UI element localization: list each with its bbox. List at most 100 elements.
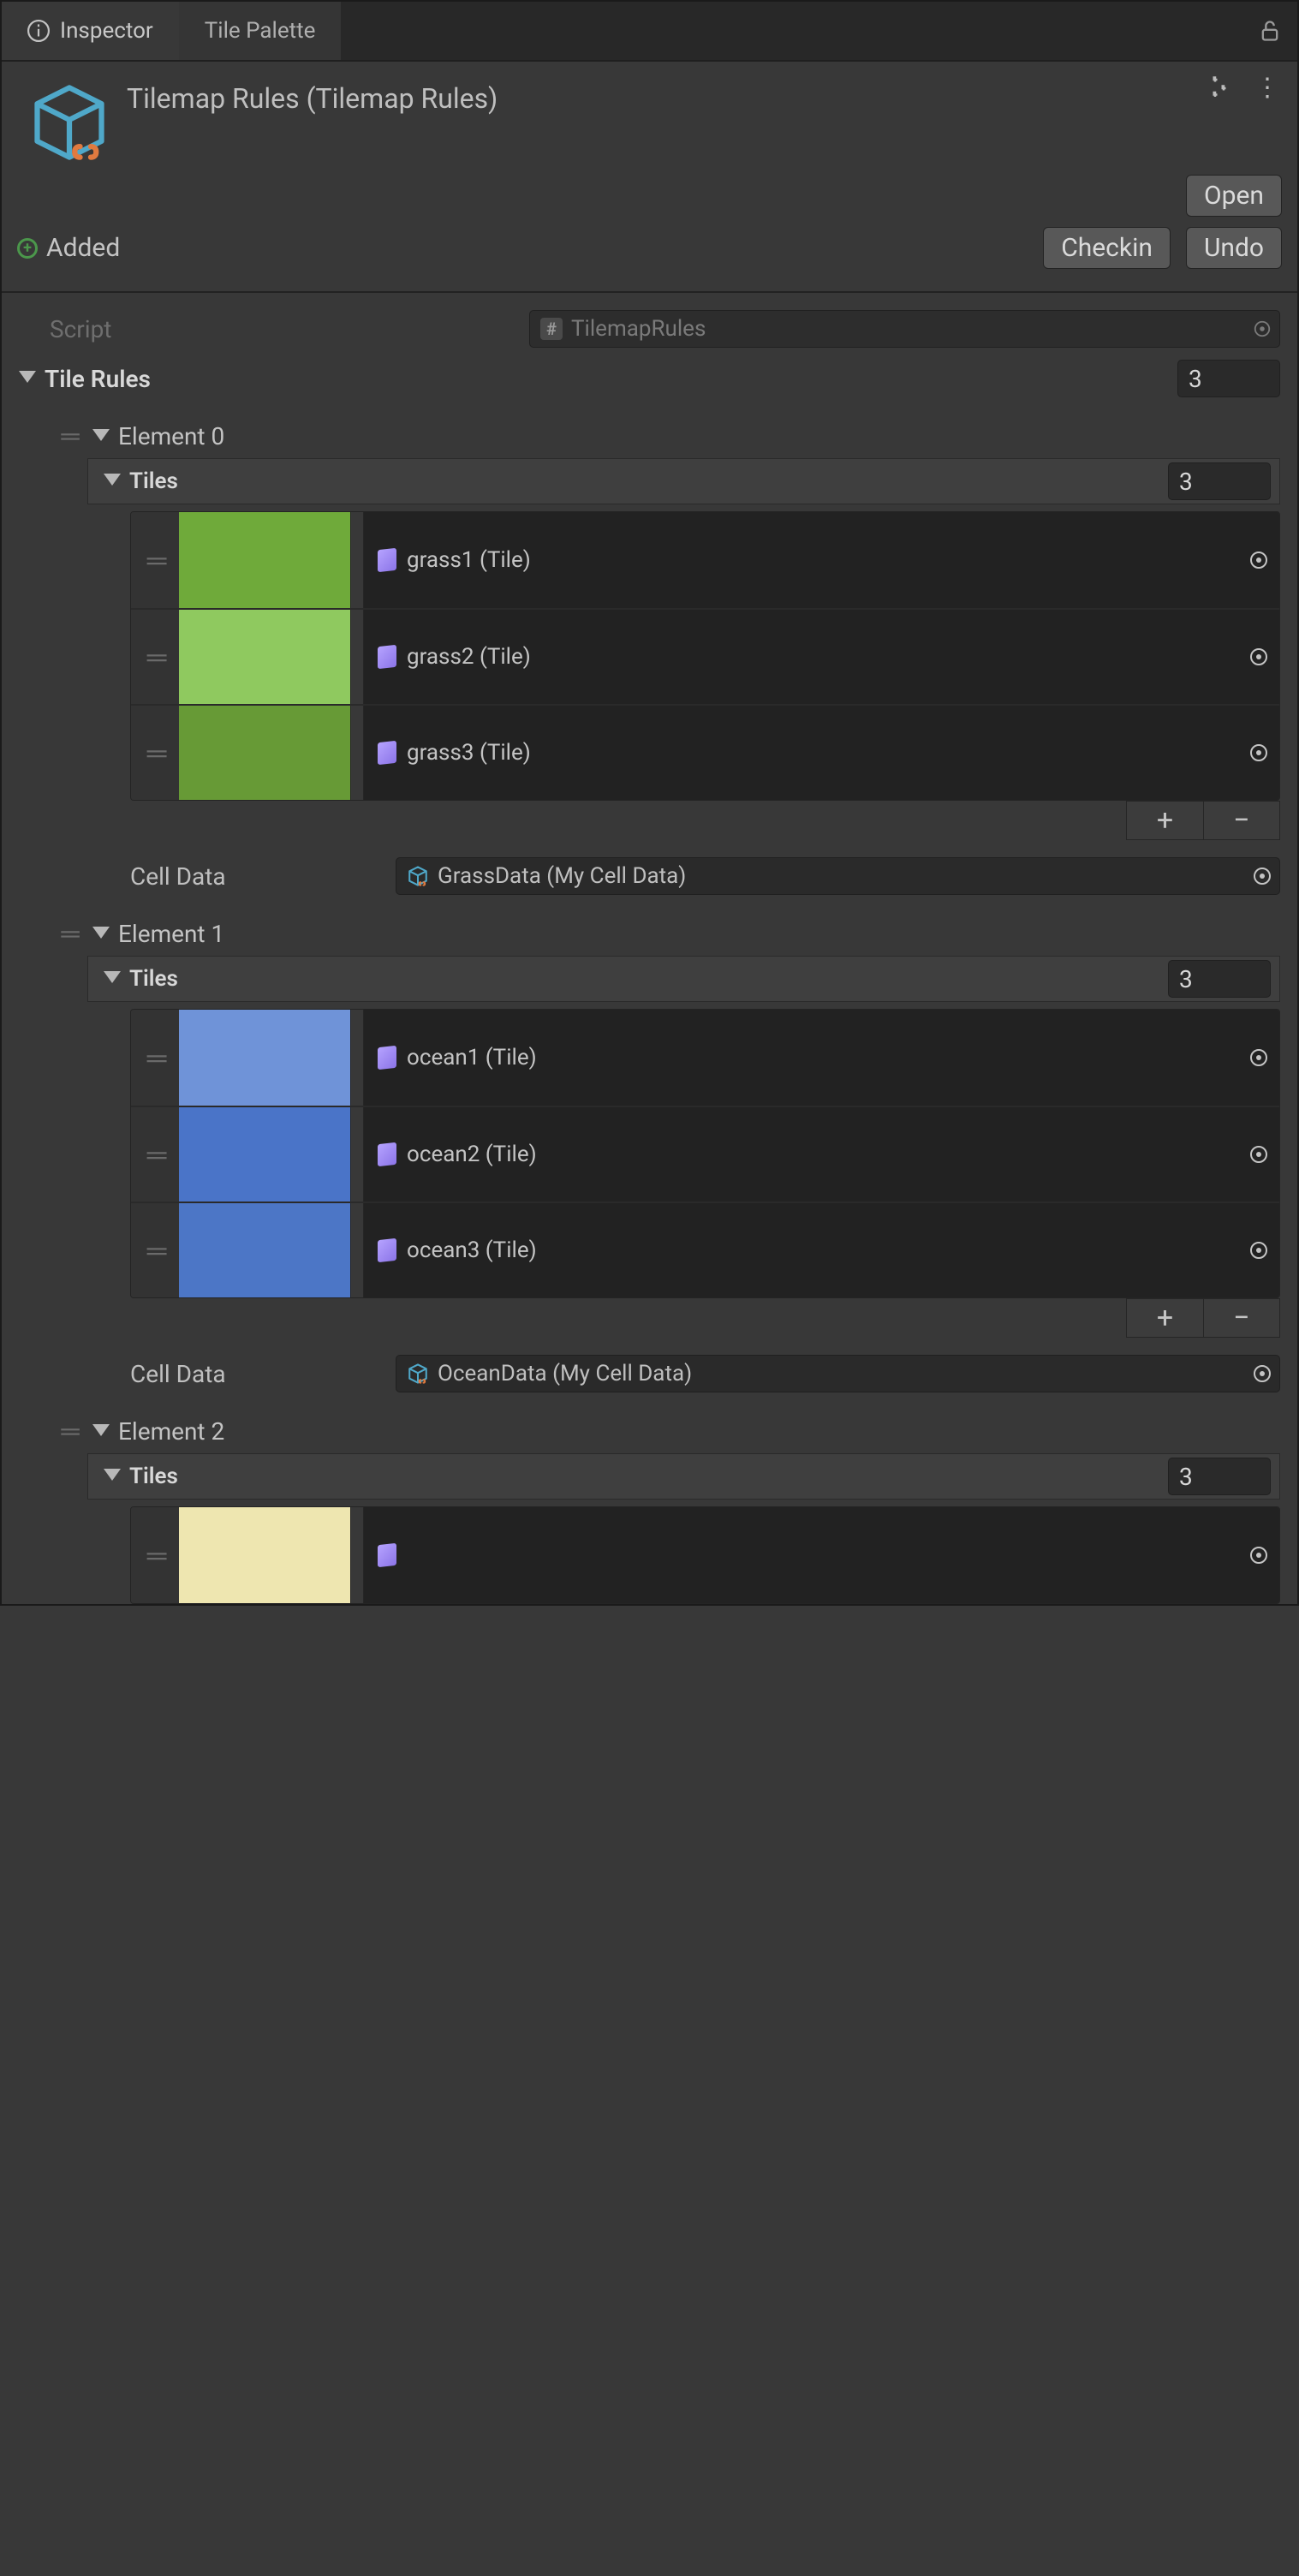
drag-handle-icon[interactable]: ═	[131, 706, 179, 800]
tile-object-field[interactable]: grass1 (Tile)	[364, 512, 1279, 608]
tile-row: ═ grass2 (Tile)	[131, 608, 1279, 704]
inspector-panel: Inspector Tile Palette Tilemap Rules (Ti…	[0, 0, 1299, 1606]
tile-swatch[interactable]	[179, 512, 350, 608]
tile-row: ═ ocean2 (Tile)	[131, 1106, 1279, 1202]
drag-handle-icon[interactable]: ═	[131, 1107, 179, 1202]
tiles-list: ═ ocean1 (Tile) ═ ocean2 (Tile) ═ ocean3 (Til…	[130, 1009, 1280, 1298]
tile-object-field[interactable]	[364, 1507, 1279, 1603]
tile-swatch[interactable]	[179, 1107, 350, 1202]
script-field[interactable]: # TilemapRules	[529, 310, 1280, 348]
tiles-count[interactable]: 3	[1168, 462, 1271, 500]
tile-object-field[interactable]: grass2 (Tile)	[364, 610, 1279, 704]
drag-handle-icon[interactable]: ═	[53, 421, 84, 451]
scriptable-object-icon	[407, 865, 429, 887]
tile-swatch[interactable]	[179, 1507, 350, 1603]
add-button[interactable]: +	[1126, 801, 1203, 840]
object-picker-icon[interactable]	[1247, 548, 1271, 572]
foldout-icon	[104, 474, 121, 486]
tiles-list: ═	[130, 1506, 1280, 1604]
tile-object-field[interactable]: grass3 (Tile)	[364, 706, 1279, 800]
tiles-list: ═ grass1 (Tile) ═ grass2 (Tile) ═ grass3 (Til…	[130, 511, 1280, 801]
tile-swatch[interactable]	[179, 1010, 350, 1106]
object-picker-icon[interactable]	[1247, 1238, 1271, 1262]
tile-rules-count[interactable]: 3	[1177, 360, 1280, 397]
object-picker-icon[interactable]	[1247, 1046, 1271, 1070]
tile-swatch[interactable]	[179, 610, 350, 704]
drag-handle-icon[interactable]: ═	[131, 1010, 179, 1106]
tile-row: ═ ocean3 (Tile)	[131, 1202, 1279, 1297]
cell-data-label: Cell Data	[130, 862, 396, 891]
tile-name: grass1 (Tile)	[407, 547, 531, 573]
tile-icon	[378, 645, 396, 669]
drag-handle-icon[interactable]: ═	[131, 1203, 179, 1297]
tile-icon	[378, 1046, 396, 1070]
object-picker-icon[interactable]	[1250, 317, 1274, 341]
tab-inspector[interactable]: Inspector	[2, 2, 179, 60]
remove-button[interactable]: −	[1203, 1298, 1280, 1338]
foldout-icon	[104, 1469, 121, 1481]
inspector-body: Script # TilemapRules Tile Rules 3 ═Elem…	[2, 293, 1297, 1604]
tile-swatch[interactable]	[179, 706, 350, 800]
cell-data-field[interactable]: GrassData (My Cell Data)	[396, 857, 1280, 895]
tile-icon	[378, 741, 396, 765]
tiles-header[interactable]: Tiles3	[87, 458, 1280, 504]
drag-handle-icon[interactable]: ═	[53, 1416, 84, 1446]
tile-object-field[interactable]: ocean1 (Tile)	[364, 1010, 1279, 1106]
tile-swatch[interactable]	[179, 1203, 350, 1297]
foldout-icon	[104, 971, 121, 983]
drag-handle-icon[interactable]: ═	[53, 919, 84, 949]
kebab-menu-icon[interactable]: ⋮	[1254, 84, 1280, 92]
foldout-icon	[92, 927, 110, 939]
tiles-count[interactable]: 3	[1168, 1458, 1271, 1495]
open-button[interactable]: Open	[1186, 175, 1282, 217]
checkin-button[interactable]: Checkin	[1043, 227, 1171, 269]
cell-data-field[interactable]: OceanData (My Cell Data)	[396, 1355, 1280, 1392]
foldout-icon	[92, 1424, 110, 1436]
tile-name: ocean2 (Tile)	[407, 1142, 537, 1167]
undo-button[interactable]: Undo	[1186, 227, 1282, 269]
tab-label: Tile Palette	[205, 18, 316, 44]
tile-name: ocean3 (Tile)	[407, 1237, 537, 1263]
tiles-header[interactable]: Tiles3	[87, 1453, 1280, 1500]
tab-tile-palette[interactable]: Tile Palette	[179, 2, 342, 60]
tiles-label: Tiles	[129, 966, 178, 992]
drag-handle-icon[interactable]: ═	[131, 610, 179, 704]
preset-icon[interactable]	[1207, 75, 1232, 101]
drag-handle-icon[interactable]: ═	[131, 1507, 179, 1603]
tiles-header[interactable]: Tiles 3	[87, 956, 1280, 1002]
object-picker-icon[interactable]	[1250, 1362, 1274, 1386]
tile-icon	[378, 1238, 396, 1262]
script-value: TilemapRules	[571, 316, 706, 342]
tile-rules-label: Tile Rules	[45, 365, 1177, 393]
tiles-count[interactable]: 3	[1168, 960, 1271, 998]
script-label: Script	[50, 315, 529, 343]
asset-title: Tilemap Rules (Tilemap Rules)	[116, 75, 498, 115]
cell-data-row: Cell Data GrassData (My Cell Data)	[19, 854, 1280, 898]
tile-icon	[378, 1142, 396, 1166]
element-header[interactable]: ═Element 0	[19, 414, 1280, 451]
tile-row: ═ grass3 (Tile)	[131, 704, 1279, 800]
object-picker-icon[interactable]	[1247, 1543, 1271, 1567]
scriptable-object-icon	[22, 75, 116, 170]
tile-object-field[interactable]: ocean2 (Tile)	[364, 1107, 1279, 1202]
cell-data-row: Cell DataOceanData (My Cell Data)	[19, 1351, 1280, 1396]
element-header[interactable]: ═Element 2	[19, 1410, 1280, 1446]
object-picker-icon[interactable]	[1250, 864, 1274, 888]
cell-data-value: OceanData (My Cell Data)	[438, 1361, 692, 1386]
vcs-status-row: + Added Checkin Undo	[2, 224, 1297, 291]
tile-icon	[378, 1543, 396, 1567]
cell-data-value: GrassData (My Cell Data)	[438, 863, 686, 889]
object-picker-icon[interactable]	[1247, 645, 1271, 669]
tile-object-field[interactable]: ocean3 (Tile)	[364, 1203, 1279, 1297]
foldout-icon	[92, 429, 110, 441]
tile-rules-header[interactable]: Tile Rules 3	[19, 356, 1280, 401]
tab-label: Inspector	[60, 18, 153, 44]
object-picker-icon[interactable]	[1247, 741, 1271, 765]
lock-icon[interactable]	[1258, 19, 1282, 43]
drag-handle-icon[interactable]: ═	[131, 512, 179, 608]
add-button[interactable]: +	[1126, 1298, 1203, 1338]
object-picker-icon[interactable]	[1247, 1142, 1271, 1166]
tile-icon	[378, 548, 396, 572]
remove-button[interactable]: −	[1203, 801, 1280, 840]
element-header[interactable]: ═Element 1	[19, 912, 1280, 949]
